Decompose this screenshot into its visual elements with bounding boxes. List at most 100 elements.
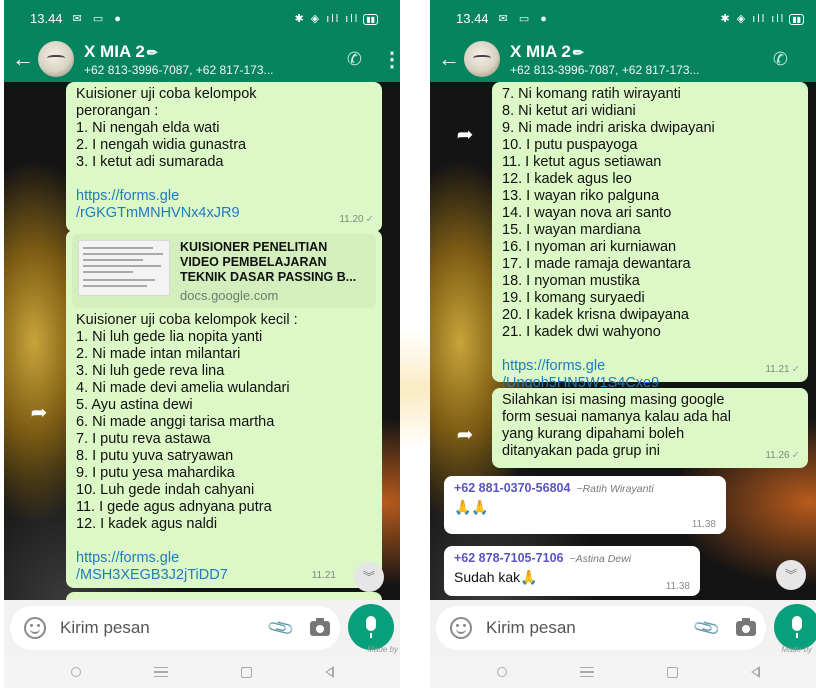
message-line: form sesuai namanya kalau ada hal xyxy=(502,409,731,425)
message-line: 10. I putu puspayoga xyxy=(502,137,638,153)
emoji-icon[interactable] xyxy=(24,617,46,639)
message-line: 18. I nyoman mustika xyxy=(502,273,640,289)
message-line: 2. Ni made intan milantari xyxy=(76,346,241,362)
nav-recents-icon[interactable] xyxy=(579,667,594,677)
camera-icon[interactable] xyxy=(736,617,756,636)
sent-tick-icon: ✓ xyxy=(365,214,374,225)
preview-title: KUISIONER PENELITIAN xyxy=(180,240,328,254)
overflow-menu-icon[interactable]: ⋮ xyxy=(808,47,816,72)
sent-tick-icon: ✓ xyxy=(791,364,800,375)
chat-title-block[interactable]: X MIA 2 ✏ +62 813-3996-7087, +62 817-173.… xyxy=(510,42,773,77)
message-line: 19. I komang suryaedi xyxy=(502,290,645,306)
status-time: 13.44 xyxy=(456,10,489,26)
message-line: 5. Ayu astina dewi xyxy=(76,397,193,413)
chat-area[interactable]: ➦ Kuisioner uji coba kelompok perorangan… xyxy=(4,82,400,600)
attach-icon[interactable]: 📎 xyxy=(692,613,722,643)
group-avatar[interactable] xyxy=(38,41,74,77)
participants-list: +62 813-3996-7087, +62 817-173... xyxy=(510,62,700,77)
nav-assistant-icon[interactable] xyxy=(496,667,507,677)
preview-title: VIDEO PEMBELAJARAN xyxy=(180,255,327,269)
link-preview[interactable]: KUISIONER PENELITIAN VIDEO PEMBELAJARAN … xyxy=(72,234,376,308)
message-line: 12. I kadek agus leo xyxy=(502,171,632,187)
back-arrow-icon[interactable]: ← xyxy=(438,46,460,72)
battery-icon: ▮▮ xyxy=(789,13,804,25)
phone-screen-right: 13.44 ✉ ▭ ● ✱ ◈ ıll ıll ▮▮ ← X MIA 2 ✏ +62… xyxy=(430,0,816,688)
message-body: 🙏🙏 xyxy=(454,499,489,515)
scroll-down-button[interactable]: ︾ xyxy=(354,562,384,592)
forward-icon[interactable]: ➦ xyxy=(26,400,52,426)
nav-home-icon[interactable] xyxy=(666,666,678,678)
outgoing-message[interactable]: Silahkan isi masing masing google form s… xyxy=(492,388,808,468)
emoji-icon[interactable] xyxy=(450,617,472,639)
message-line: 1. Ni nengah elda wati xyxy=(76,120,220,136)
sender-pushname: ~Ratih Wirayanti xyxy=(576,483,654,495)
back-arrow-icon[interactable]: ← xyxy=(12,46,34,72)
message-body: Sudah kak🙏 xyxy=(454,569,538,585)
nav-back-icon[interactable] xyxy=(324,666,334,678)
message-input[interactable]: Kirim pesan xyxy=(60,618,270,638)
pencil-icon: ✏ xyxy=(146,44,158,60)
chat-area[interactable]: ➦ 7. Ni komang ratih wirayanti 8. Ni ket… xyxy=(430,82,816,600)
status-time: 13.44 xyxy=(30,10,63,26)
group-avatar[interactable] xyxy=(464,41,500,77)
message-line: 14. I wayan nova ari santo xyxy=(502,205,672,221)
message-line: 10. Luh gede indah cahyani xyxy=(76,482,255,498)
message-line: 2. I nengah widia gunastra xyxy=(76,137,247,153)
message-line: 20. I kadek krisna dwipayana xyxy=(502,307,689,323)
notification-icons: ✉ ▭ ● xyxy=(498,12,551,25)
system-nav-bar xyxy=(4,656,400,688)
outgoing-message[interactable]: Kuisioner uji coba kelompok perorangan :… xyxy=(66,82,382,232)
message-input[interactable]: Kirim pesan xyxy=(486,618,696,638)
message-time: 11.26 ✓ xyxy=(765,450,800,461)
nav-recents-icon[interactable] xyxy=(153,667,168,677)
form-link[interactable]: /rGKGTmMNHVNx4xJR9 xyxy=(76,205,372,222)
nav-back-icon[interactable] xyxy=(750,666,760,678)
preview-thumbnail xyxy=(78,240,170,296)
sender-number[interactable]: +62 881-0370-56804 xyxy=(454,481,570,495)
sender-number[interactable]: +62 878-7105-7106 xyxy=(454,551,563,565)
message-line: 21. I kadek dwi wahyono xyxy=(502,324,661,340)
status-bar: 13.44 ✉ ▭ ● ✱ ◈ ıll ıll ▮▮ xyxy=(430,0,816,36)
overflow-menu-icon[interactable]: ⋮ xyxy=(382,47,400,72)
message-line: Kuisioner uji coba kelompok kecil : xyxy=(76,312,298,328)
microphone-icon xyxy=(792,616,802,638)
message-line: yang kurang dipahami boleh xyxy=(502,426,685,442)
forward-icon[interactable]: ➦ xyxy=(452,122,478,148)
message-line: 7. I putu reva astawa xyxy=(76,431,211,447)
form-link[interactable]: https://forms.gle xyxy=(76,188,372,205)
message-composer[interactable]: Kirim pesan 📎 xyxy=(436,606,766,650)
voice-message-button[interactable] xyxy=(774,604,816,650)
message-line: 12. I kadek agus naldi xyxy=(76,516,218,532)
message-line: 8. Ni ketut ari widiani xyxy=(502,103,636,119)
message-composer[interactable]: Kirim pesan 📎 xyxy=(10,606,340,650)
forward-icon[interactable]: ➦ xyxy=(452,422,478,448)
chat-header: ← X MIA 2 ✏ +62 813-3996-7087, +62 817-17… xyxy=(430,36,816,82)
pencil-icon: ✏ xyxy=(572,44,584,60)
chat-title-block[interactable]: X MIA 2 ✏ +62 813-3996-7087, +62 817-173.… xyxy=(84,42,347,77)
watermark-text: Made by xyxy=(781,645,812,654)
incoming-message[interactable]: +62 881-0370-56804 ~Ratih Wirayanti 🙏🙏 11… xyxy=(444,476,726,534)
outgoing-message[interactable]: KUISIONER PENELITIAN VIDEO PEMBELAJARAN … xyxy=(66,230,382,588)
sent-tick-icon: ✓ xyxy=(791,450,800,461)
form-link[interactable]: https://forms.gle xyxy=(76,550,372,567)
form-link[interactable]: https://forms.gle xyxy=(502,358,798,375)
message-line: 1. Ni luh gede lia nopita yanti xyxy=(76,329,263,345)
outgoing-message-partial[interactable] xyxy=(66,592,382,600)
message-line: 11. I ketut agus setiawan xyxy=(502,154,662,170)
message-line: 8. I putu yuva satryawan xyxy=(76,448,234,464)
scroll-down-button[interactable]: ︾ xyxy=(776,560,806,590)
watermark-text: Made by xyxy=(367,645,398,654)
message-line: 17. I made ramaja dewantara xyxy=(502,256,691,272)
attach-icon[interactable]: 📎 xyxy=(266,613,296,643)
add-call-icon[interactable]: ✆ xyxy=(773,49,788,70)
incoming-message[interactable]: +62 878-7105-7106 ~Astina Dewi Sudah kak🙏… xyxy=(444,546,700,596)
watermark-strip xyxy=(400,330,430,450)
message-line: 16. I nyoman ari kurniawan xyxy=(502,239,677,255)
camera-icon[interactable] xyxy=(310,617,330,636)
message-time: 11.21 ✓ xyxy=(765,364,800,375)
outgoing-message[interactable]: 7. Ni komang ratih wirayanti 8. Ni ketut… xyxy=(492,82,808,391)
voice-message-button[interactable] xyxy=(348,604,394,650)
add-call-icon[interactable]: ✆ xyxy=(347,49,362,70)
nav-home-icon[interactable] xyxy=(240,666,252,678)
nav-assistant-icon[interactable] xyxy=(70,667,81,677)
